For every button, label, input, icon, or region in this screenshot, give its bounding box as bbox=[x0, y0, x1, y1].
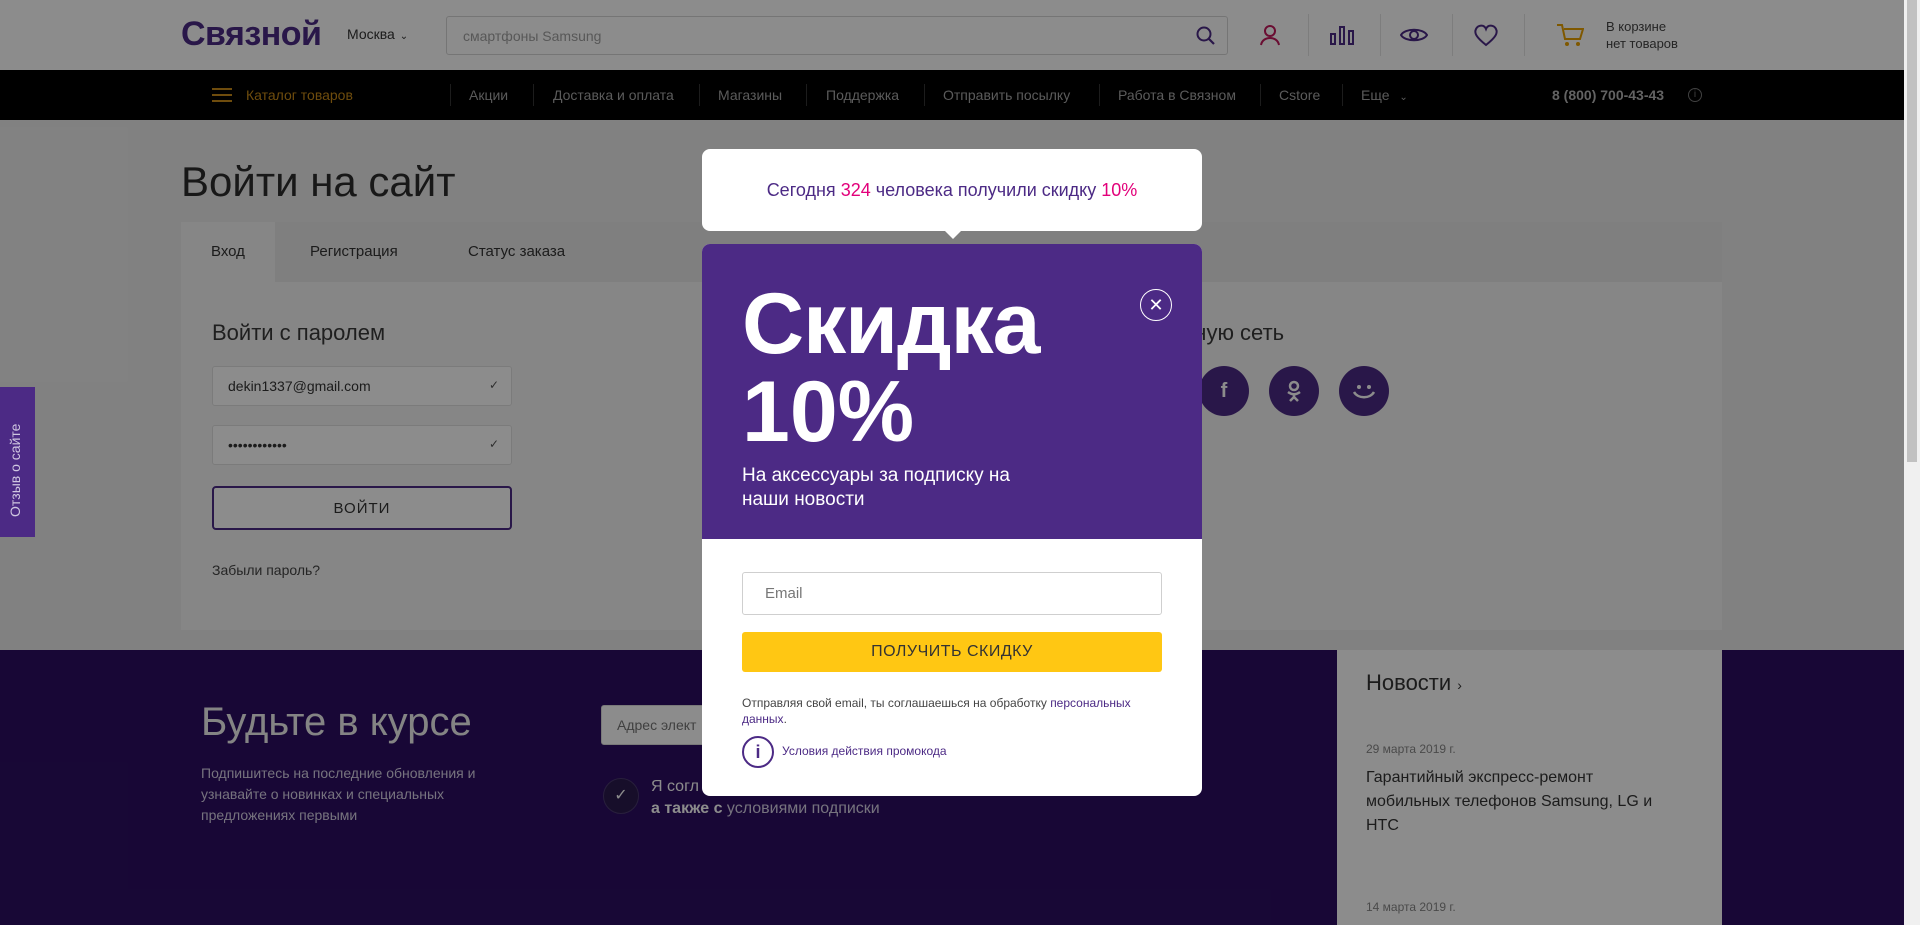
feedback-label: Отзыв о сайте bbox=[7, 423, 23, 517]
close-button[interactable]: ✕ bbox=[1140, 289, 1172, 321]
promo-percent: 10% bbox=[742, 364, 915, 460]
get-discount-button[interactable]: ПОЛУЧИТЬ СКИДКУ bbox=[742, 632, 1162, 672]
promo-terms-link[interactable]: Условия действия промокода bbox=[782, 744, 947, 758]
counter-number: 324 bbox=[840, 179, 871, 200]
modal-email-field bbox=[742, 572, 1162, 615]
info-icon[interactable]: i bbox=[742, 736, 774, 768]
counter-prefix: Сегодня bbox=[766, 179, 836, 200]
modal-email-input[interactable] bbox=[743, 573, 1161, 614]
counter-percent: 10% bbox=[1101, 179, 1138, 200]
promo-headline: Скидка bbox=[742, 276, 1040, 372]
feedback-side-tab[interactable]: Отзыв о сайте bbox=[0, 387, 35, 537]
discount-modal: Скидка 10% На аксессуары за подписку на … bbox=[702, 244, 1202, 796]
counter-middle: человека получили скидку bbox=[875, 179, 1097, 200]
legal-prefix: Отправляя свой email, ты соглашаешься на… bbox=[742, 696, 1047, 710]
modal-promo-area: Скидка 10% На аксессуары за подписку на … bbox=[702, 244, 1202, 539]
promo-subtitle: На аксессуары за подписку на наши новост… bbox=[742, 465, 1010, 510]
legal-suffix: . bbox=[783, 712, 787, 726]
scrollbar[interactable] bbox=[1904, 0, 1920, 925]
scrollbar-thumb[interactable] bbox=[1907, 0, 1917, 462]
discount-counter-banner: Сегодня 324 человека получили скидку 10% bbox=[702, 149, 1202, 239]
legal-text: Отправляя свой email, ты соглашаешься на… bbox=[742, 695, 1162, 727]
